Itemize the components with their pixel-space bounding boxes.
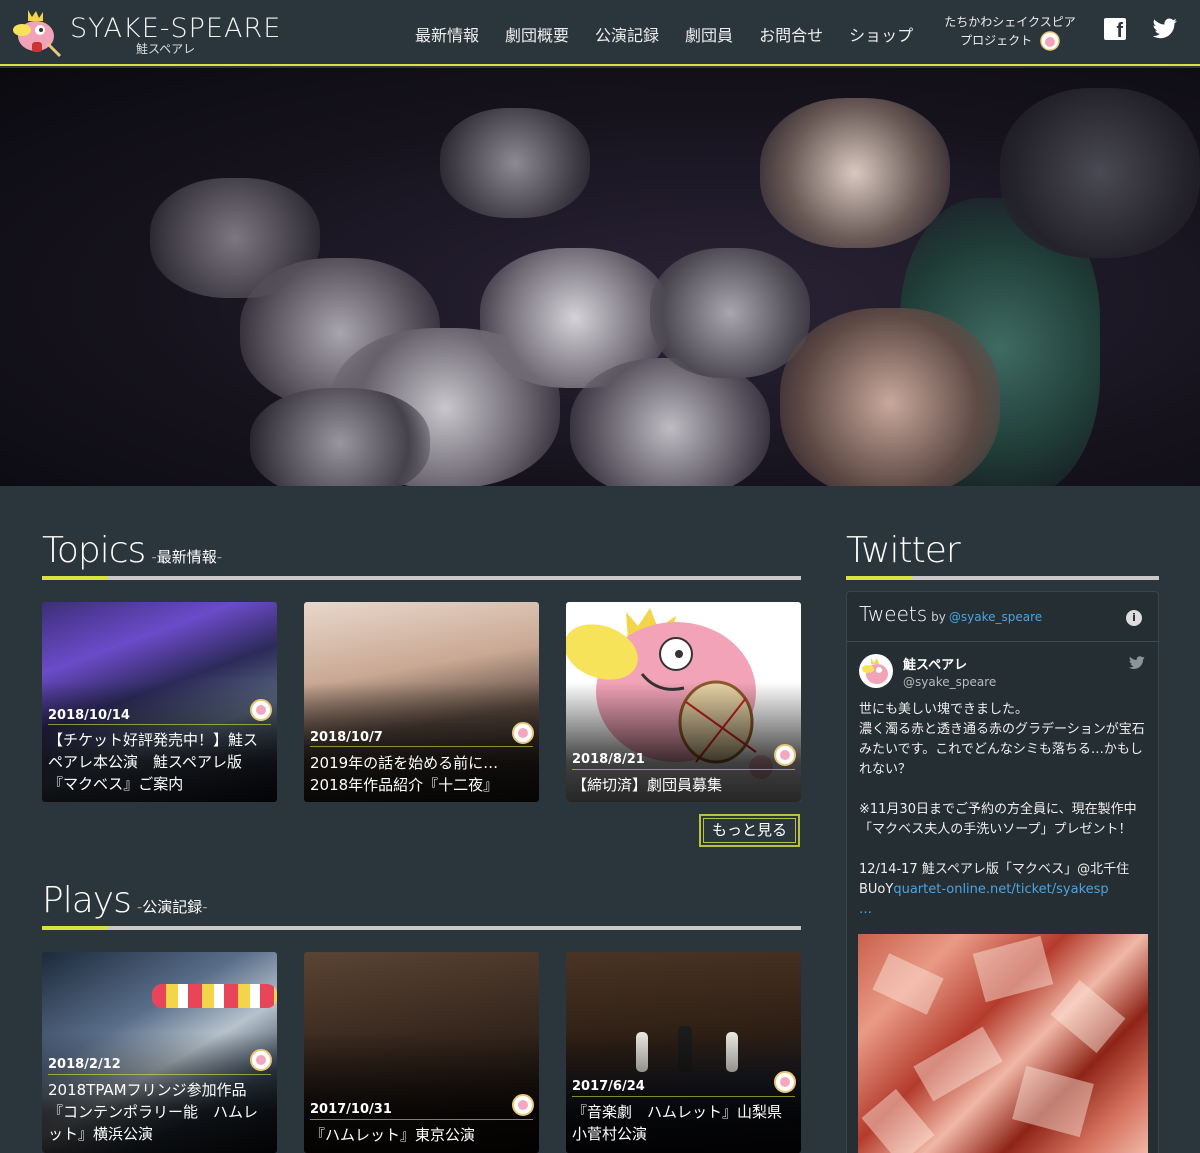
card-divider — [572, 1096, 795, 1097]
card-title: 2018TPAMフリンジ参加作品『コンテンポラリー能 ハムレット』横浜公演 — [48, 1081, 259, 1143]
tweet-line-with-link: 12/14-17 鮭スペアレ版「マクベス」@北千住BUoYquartet-onl… — [859, 860, 1147, 900]
card-divider — [48, 724, 271, 725]
project-label-line1: たちかわシェイクスピア — [944, 15, 1076, 29]
card-date: 2018/10/14 — [48, 708, 130, 723]
nav-item-shop[interactable]: ショップ — [836, 22, 926, 46]
twitter-icon[interactable] — [1152, 18, 1178, 40]
more-topics-button[interactable]: もっと見る — [699, 814, 800, 847]
card-title: 【締切済】劇団員募集 — [572, 776, 723, 794]
tweet-line: ※11月30日までご予約の方全員に、現在製作中「マクベス夫人の手洗いソープ」プレ… — [859, 802, 1137, 837]
card-date: 2017/10/31 — [310, 1102, 392, 1117]
project-mascot-icon — [1040, 31, 1060, 51]
tweet-text: 世にも美しい塊できました。 濃く濁る赤と透き通る赤のグラデーションが宝石みたいで… — [859, 700, 1147, 920]
card-title: 『ハムレット』東京公演 — [310, 1126, 476, 1144]
card-divider — [48, 1074, 271, 1075]
card-mascot-icon — [512, 1094, 534, 1116]
twitter-bird-icon[interactable] — [1128, 656, 1146, 670]
tweet-ticket-link[interactable]: quartet-online.net/ticket/syakesp — [893, 882, 1108, 897]
facebook-icon[interactable]: f — [1104, 18, 1126, 42]
card-title: 【チケット好評発売中！】鮭スペアレ本公演 鮭スペアレ版『マクベス』ご案内 — [48, 731, 259, 793]
card-mascot-icon — [774, 744, 796, 766]
topics-title: Topics — [42, 530, 146, 571]
salmon-avatar-icon — [862, 658, 888, 684]
topics-rule — [42, 576, 801, 580]
card-mascot-icon — [250, 1049, 272, 1071]
tweet-author-name[interactable]: 鮭スペアレ — [903, 654, 967, 673]
topic-card-3[interactable]: 2018/8/21 【締切済】劇団員募集 — [566, 602, 801, 802]
card-date: 2018/10/7 — [310, 730, 383, 745]
timeline-by: by — [931, 610, 946, 624]
soap-shard — [972, 935, 1054, 1003]
nav-item-about[interactable]: 劇団概要 — [492, 22, 582, 46]
card-date: 2018/2/12 — [48, 1057, 121, 1072]
card-date: 2018/8/21 — [572, 752, 645, 767]
card-mascot-icon — [512, 722, 534, 744]
card-shade — [566, 602, 801, 802]
nav-item-news[interactable]: 最新情報 — [402, 22, 492, 46]
tweet-line: 濃く濁る赤と透き通る赤のグラデーションが宝石みたいです。これでどんなシミも落ちる… — [859, 722, 1145, 777]
soap-shard — [913, 1026, 1003, 1102]
soap-shard — [861, 1089, 935, 1153]
project-label-line2-wrap: プロジェクト — [940, 31, 1080, 51]
logo-subtitle: 鮭スペアレ — [136, 42, 196, 56]
soap-shard — [1050, 979, 1126, 1054]
twitter-rule — [846, 576, 1159, 580]
twitter-timeline-widget[interactable]: Tweets by @syake_speare i 鮭スペアレ @syake_spe… — [846, 591, 1159, 1153]
card-shade — [304, 952, 539, 1153]
card-title: 『音楽劇 ハムレット』山梨県小菅村公演 — [572, 1103, 783, 1143]
hero-image — [0, 68, 1200, 486]
topics-subtitle: -最新情報- — [151, 548, 223, 566]
card-title: 2019年の話を始める前に… 2018年作品紹介『十二夜』 — [310, 754, 499, 794]
card-date: 2017/6/24 — [572, 1079, 645, 1094]
card-divider — [310, 746, 533, 747]
plays-title: Plays — [42, 880, 132, 921]
tweet-author-handle[interactable]: @syake_speare — [903, 675, 996, 689]
nav-item-contact[interactable]: お問合せ — [746, 22, 836, 46]
tweet-ellipsis: … — [859, 902, 872, 917]
site-header: SYAKE-SPEARE 鮭スペアレ 最新情報 劇団概要 公演記録 劇団員 お問… — [0, 0, 1200, 66]
play-card-3[interactable]: 2017/6/24 『音楽劇 ハムレット』山梨県小菅村公演 — [566, 952, 801, 1153]
tweet-blank-line — [859, 840, 1147, 860]
timeline-title: Tweets — [859, 602, 928, 626]
nav-item-plays[interactable]: 公演記録 — [582, 22, 672, 46]
tweet-line: 世にも美しい塊できました。 — [859, 702, 1029, 717]
topic-card-1[interactable]: 2018/10/14 【チケット好評発売中！】鮭スペアレ本公演 鮭スペアレ版『マ… — [42, 602, 277, 802]
play-card-1[interactable]: 2018/2/12 2018TPAMフリンジ参加作品『コンテンポラリー能 ハムレ… — [42, 952, 277, 1153]
project-label-line2: プロジェクト — [960, 33, 1033, 48]
tweet-blank-line — [859, 780, 1147, 800]
nav-item-members[interactable]: 劇団員 — [672, 22, 746, 46]
timeline-handle-link[interactable]: @syake_speare — [949, 610, 1042, 624]
twitter-heading: Twitter — [846, 530, 961, 571]
plays-heading: Plays -公演記録- — [42, 880, 208, 921]
salmon-logo-icon[interactable] — [10, 8, 62, 58]
tweet-photo[interactable] — [858, 934, 1148, 1153]
twitter-title: Twitter — [846, 530, 961, 571]
card-mascot-icon — [774, 1071, 796, 1093]
play-card-2[interactable]: 2017/10/31 『ハムレット』東京公演 — [304, 952, 539, 1153]
plays-rule — [42, 926, 801, 930]
plays-subtitle: -公演記録- — [136, 898, 208, 916]
card-divider — [310, 1119, 533, 1120]
card-divider — [572, 769, 795, 770]
topics-heading: Topics -最新情報- — [42, 530, 222, 571]
card-mascot-icon — [250, 699, 272, 721]
topic-card-2[interactable]: 2018/10/7 2019年の話を始める前に… 2018年作品紹介『十二夜』 — [304, 602, 539, 802]
soap-shard — [872, 953, 944, 1015]
info-icon[interactable]: i — [1126, 610, 1142, 626]
main-nav: 最新情報 劇団概要 公演記録 劇団員 お問合せ ショップ — [402, 22, 926, 46]
soap-shard — [1012, 1065, 1094, 1138]
nav-item-tachikawa-project[interactable]: たちかわシェイクスピア プロジェクト — [940, 13, 1080, 51]
avatar[interactable] — [859, 654, 893, 688]
timeline-header: Tweets by @syake_speare i — [847, 592, 1158, 642]
